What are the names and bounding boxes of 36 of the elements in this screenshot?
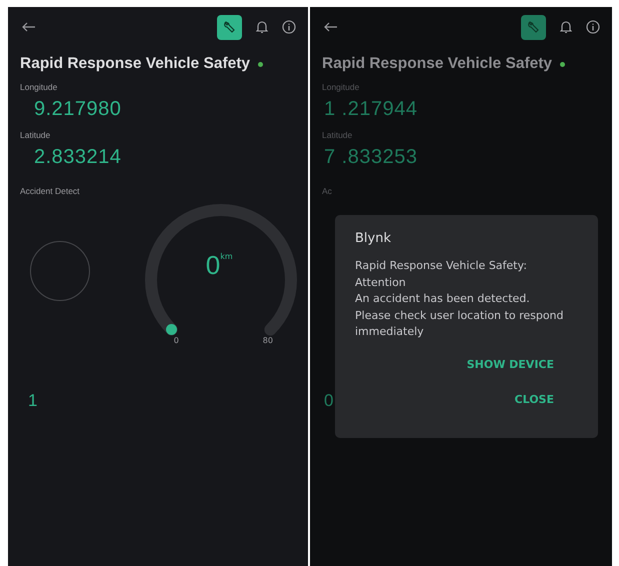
value-display: 1 <box>28 391 38 411</box>
gauge-max-label: 80 <box>262 336 273 345</box>
widget-label: Ac <box>322 186 333 196</box>
widget-label: Longitude <box>20 82 58 92</box>
back-arrow-icon[interactable] <box>22 22 36 32</box>
dialog-message-line: An accident has been detected. <box>355 291 531 307</box>
dialog-title: Blynk <box>355 231 392 246</box>
settings-button[interactable] <box>521 14 546 40</box>
value-display: 0 <box>324 391 334 411</box>
gauge-value: 0 <box>206 250 220 281</box>
wrench-icon <box>526 20 540 34</box>
value-display: 9.217980 <box>34 98 122 121</box>
dialog-message-line: Please check user location to respond immediately <box>355 308 565 340</box>
bell-icon[interactable] <box>256 20 268 34</box>
dialog-action-button[interactable]: CLOSE <box>510 390 578 408</box>
dialog-message-line: Rapid Response Vehicle Safety: <box>355 258 528 274</box>
device-title: Rapid Response Vehicle Safety <box>322 55 552 73</box>
settings-button[interactable] <box>217 14 242 40</box>
gauge-min-label: 0 <box>174 336 179 345</box>
device-title: Rapid Response Vehicle Safety <box>20 55 250 73</box>
gauge-unit: km <box>220 252 233 261</box>
widget-label: Latitude <box>20 130 52 140</box>
back-arrow-icon[interactable] <box>324 22 338 32</box>
widget-label: Latitude <box>322 130 354 140</box>
value-display: 2.833214 <box>34 146 122 169</box>
info-icon[interactable] <box>586 20 600 34</box>
gauge-thumb <box>166 324 177 335</box>
widget-label: Longitude <box>322 82 360 92</box>
value-display: 7 .833253 <box>324 146 418 169</box>
bell-icon[interactable] <box>560 20 572 34</box>
widget-label: Accident Detect <box>20 186 81 196</box>
value-display: 1 .217944 <box>324 98 418 121</box>
wrench-icon <box>222 20 236 34</box>
dialog-action-button[interactable]: SHOW DEVICE <box>462 354 578 374</box>
dialog-message-line: Attention <box>355 274 407 290</box>
info-icon[interactable] <box>282 20 296 34</box>
